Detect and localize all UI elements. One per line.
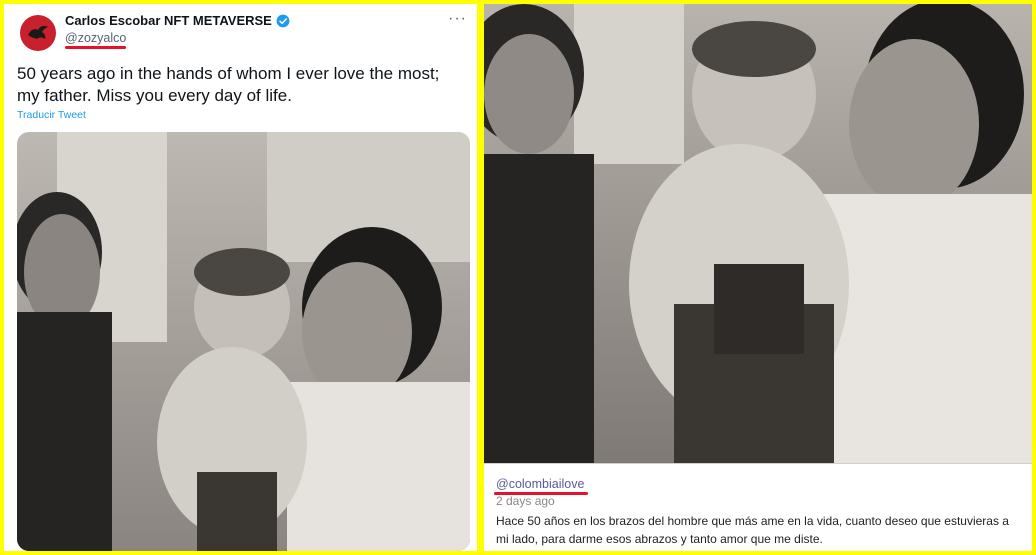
tweet-card: Carlos Escobar NFT METAVERSE @zozyalco ·… (4, 4, 477, 551)
verified-badge-icon (276, 14, 290, 28)
avatar[interactable] (20, 15, 56, 51)
caption-box: @colombiailove 2 days ago Hace 50 años e… (484, 463, 1032, 551)
zoomed-photo[interactable] (484, 4, 1032, 463)
display-name[interactable]: Carlos Escobar NFT METAVERSE (65, 13, 272, 28)
caption-date: 2 days ago (496, 494, 555, 508)
handle-underline (65, 46, 126, 49)
more-options-icon[interactable]: ··· (448, 10, 467, 28)
caption-text: Hace 50 años en los brazos del hombre qu… (496, 514, 1009, 546)
caption-handle[interactable]: @colombiailove (496, 477, 584, 491)
avatar-bird-icon (28, 26, 48, 39)
tweet-photo[interactable] (17, 132, 470, 551)
handle[interactable]: @zozyalco (65, 31, 126, 45)
tweet-text: 50 years ago in the hands of whom I ever… (17, 64, 440, 105)
instagram-card: @colombiailove 2 days ago Hace 50 años e… (484, 4, 1032, 551)
translate-tweet-link[interactable]: Traducir Tweet (17, 109, 86, 121)
